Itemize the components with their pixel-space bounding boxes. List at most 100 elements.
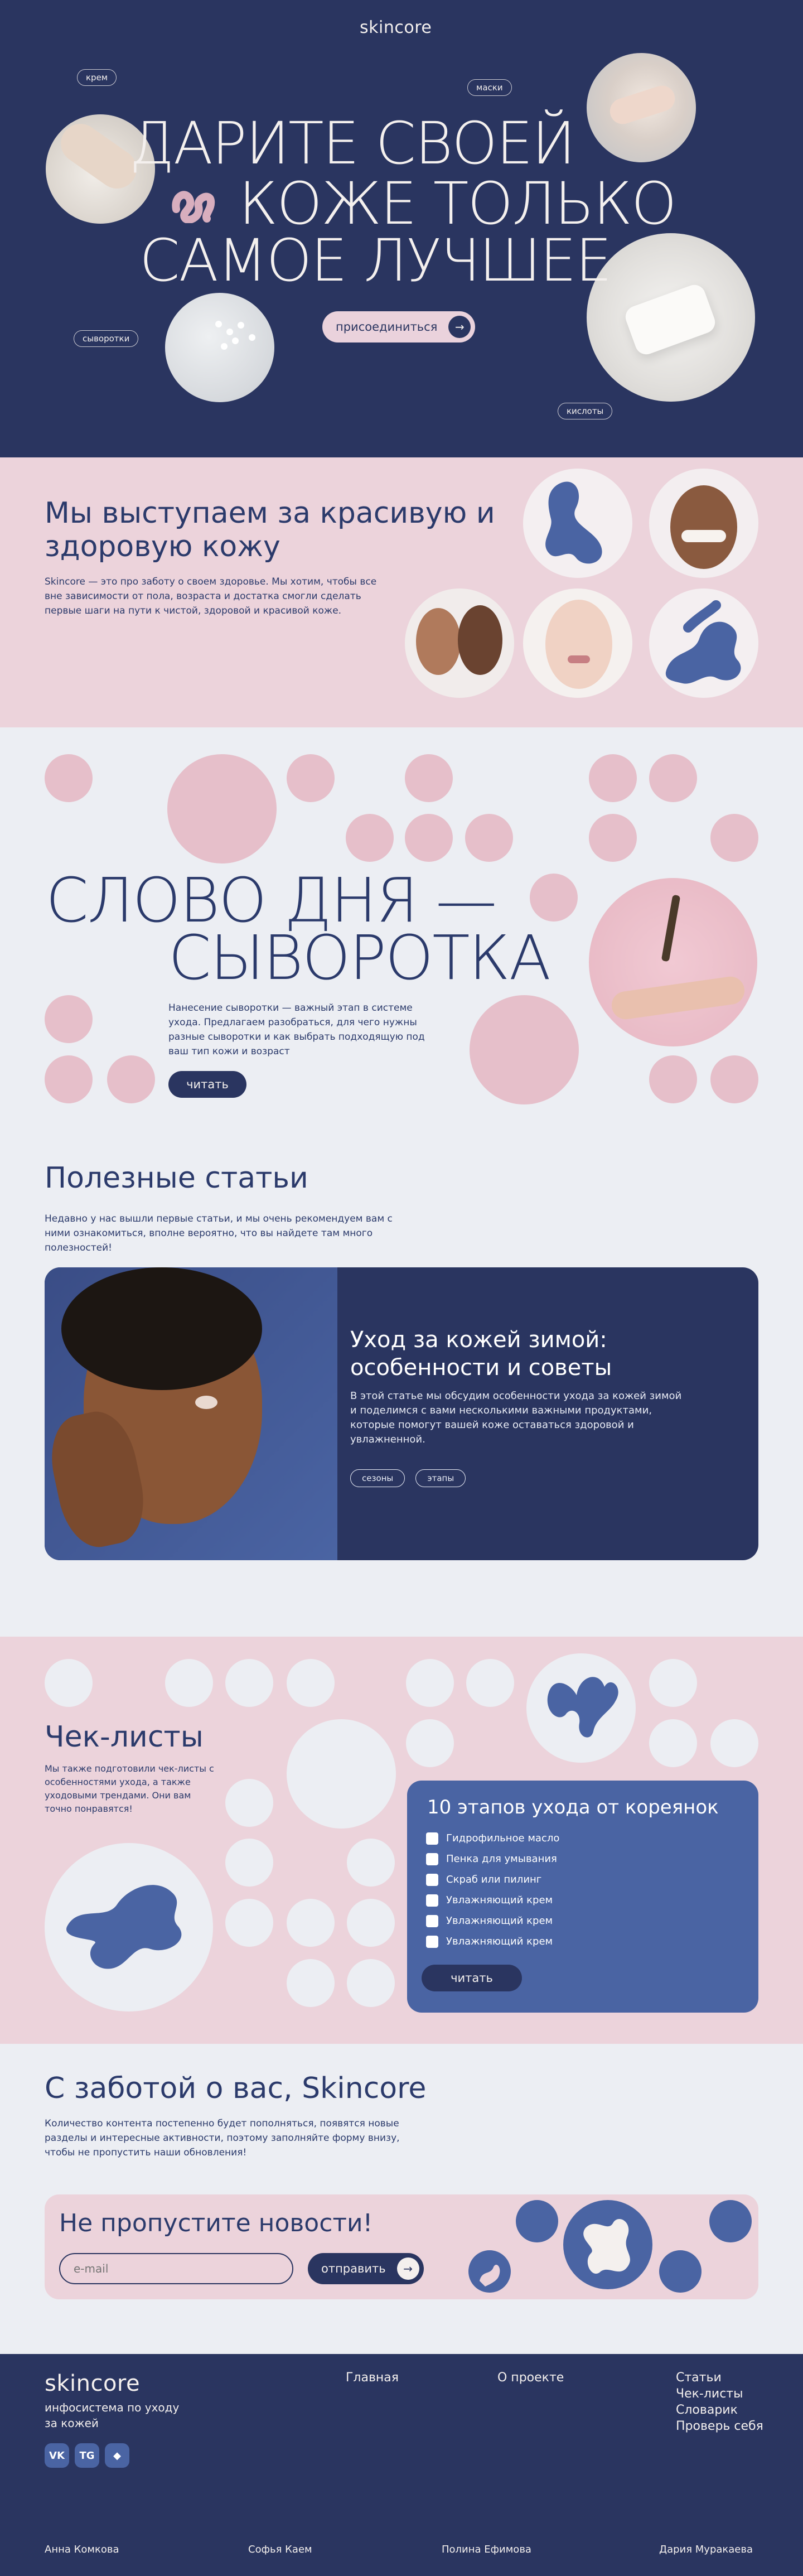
nav-home[interactable]: Главная: [346, 2371, 399, 2385]
decor-dot: [405, 814, 453, 862]
decor-dot: [466, 1659, 514, 1707]
join-button[interactable]: присоединиться →: [322, 311, 476, 342]
decor-dot: [287, 1899, 335, 1947]
about-title: Мы выступаем за красивую и здоровую кожу: [45, 496, 495, 563]
checkbox[interactable]: [426, 1914, 438, 1927]
serum-dropper-photo: [589, 878, 757, 1046]
decor-dot: [45, 754, 93, 802]
checklist-item-label: Гидрофильное масло: [446, 1832, 560, 1844]
article-card-text: В этой статье мы обсудим особенности ухо…: [350, 1390, 682, 1445]
author-name: Анна Комкова: [45, 2544, 119, 2555]
hero-title-line2: КОЖЕ ТОЛЬКО: [239, 170, 677, 238]
checklist-item-label: Скраб или пилинг: [446, 1874, 542, 1885]
subscribe-title: Не пропустите новости!: [59, 2209, 373, 2237]
tag-serums[interactable]: сыворотки: [74, 330, 139, 347]
checklist-item[interactable]: Гидрофильное масло: [426, 1828, 559, 1849]
decor-dot: [649, 754, 697, 802]
nav-about[interactable]: О проекте: [497, 2371, 564, 2385]
checklist-read-button[interactable]: читать: [422, 1965, 522, 1991]
author-name: Полина Ефимова: [442, 2544, 531, 2555]
article-card[interactable]: Уход за кожей зимой: особенности и совет…: [45, 1267, 758, 1560]
checkbox[interactable]: [426, 1853, 438, 1865]
article-tags: сезоны этапы: [350, 1469, 473, 1487]
care-title: С заботой о вас, Skincore: [45, 2072, 427, 2105]
checklist-item[interactable]: Скраб или пилинг: [426, 1869, 559, 1890]
hand-cream-photo: [587, 53, 696, 162]
checklist-item-label: Увлажняющий крем: [446, 1915, 553, 1927]
nav-glossary[interactable]: Словарик: [676, 2403, 763, 2417]
tag-acids[interactable]: кислоты: [558, 403, 613, 419]
arrow-right-icon: →: [448, 316, 471, 338]
nav-quiz[interactable]: Проверь себя: [676, 2419, 763, 2433]
send-button-label: отправить: [321, 2262, 386, 2275]
decor-dot: [346, 814, 394, 862]
footer: skincore инфосистема по уходу за кожей V…: [0, 2354, 803, 2576]
tag-seasons[interactable]: сезоны: [350, 1469, 405, 1487]
nav-checklists[interactable]: Чек-листы: [676, 2387, 763, 2401]
social-links: VK TG ◆: [45, 2443, 129, 2468]
checklists-title: Чек-листы: [45, 1720, 204, 1754]
article-card-title: Уход за кожей зимой: особенности и совет…: [350, 1327, 612, 1381]
decor-dot: [287, 1719, 396, 1829]
vk-icon[interactable]: VK: [45, 2443, 69, 2468]
word-read-button[interactable]: читать: [168, 1071, 246, 1098]
tag-stages[interactable]: этапы: [415, 1469, 466, 1487]
checkbox[interactable]: [426, 1894, 438, 1907]
decor-dot: [167, 754, 277, 864]
blue-shape-circle-5: [468, 2250, 511, 2293]
article-photo: [45, 1267, 337, 1560]
checklist-item[interactable]: Увлажняющий крем: [426, 1931, 559, 1952]
nav-articles[interactable]: Статьи: [676, 2371, 763, 2385]
telegram-icon[interactable]: TG: [75, 2443, 99, 2468]
decor-dot: [589, 814, 637, 862]
checklist-item[interactable]: Увлажняющий крем: [426, 1890, 559, 1911]
decor-dot: [516, 2200, 558, 2242]
checklist-item-label: Увлажняющий крем: [446, 1894, 553, 1906]
checklists-text: Мы также подготовили чек-листы с особенн…: [45, 1763, 214, 1814]
decor-dot: [45, 1659, 93, 1707]
decor-dot: [709, 2200, 752, 2242]
decor-dot: [405, 754, 453, 802]
decor-dot: [649, 1055, 697, 1103]
man-portrait-photo: [649, 469, 758, 578]
blue-shape-circle-6: [563, 2200, 652, 2289]
word-text: Нанесение сыворотки — важный этап в сист…: [168, 1002, 425, 1057]
blue-shape-circle-2: [649, 588, 758, 698]
decor-dot: [347, 1899, 395, 1947]
decor-dot: [406, 1659, 454, 1707]
checklist-item[interactable]: Увлажняющий крем: [426, 1911, 559, 1931]
decor-dot: [225, 1899, 273, 1947]
checklists-section: Чек-листы Мы также подготовили чек-листы…: [0, 1637, 803, 2044]
woman-portrait-photo: [523, 588, 632, 698]
decor-dot: [287, 754, 335, 802]
decor-dot: [107, 1055, 155, 1103]
care-section: С заботой о вас, Skincore Количество кон…: [0, 2044, 803, 2354]
decor-dot: [710, 814, 758, 862]
email-input[interactable]: [59, 2253, 293, 2284]
site-logo[interactable]: skincore: [360, 18, 432, 37]
checklist-item[interactable]: Пенка для умывания: [426, 1849, 559, 1869]
checklist-items: Гидрофильное масло Пенка для умывания Ск…: [426, 1828, 559, 1952]
decor-dot: [659, 2250, 702, 2293]
about-text: Skincore — это про заботу о своем здоров…: [45, 576, 377, 616]
decor-dot: [649, 1659, 697, 1707]
decor-dot: [225, 1659, 273, 1707]
checklist-item-label: Пенка для умывания: [446, 1853, 557, 1865]
articles-title: Полезные статьи: [45, 1161, 308, 1195]
tag-masks[interactable]: маски: [467, 79, 512, 96]
decor-dot: [710, 1055, 758, 1103]
tag-cream[interactable]: крем: [77, 69, 117, 86]
footer-tagline: инфосистема по уходу за кожей: [45, 2401, 180, 2430]
cream-jar-photo: [587, 233, 755, 402]
checkbox[interactable]: [426, 1832, 438, 1845]
checkbox[interactable]: [426, 1935, 438, 1948]
blue-shape-circle-3: [526, 1653, 636, 1763]
decor-dot: [465, 814, 513, 862]
checkbox[interactable]: [426, 1873, 438, 1886]
articles-intro: Недавно у нас вышли первые статьи, и мы …: [45, 1213, 393, 1253]
send-button[interactable]: отправить →: [308, 2253, 424, 2284]
decor-dot: [530, 874, 578, 922]
footer-logo[interactable]: skincore: [45, 2371, 140, 2396]
social-icon[interactable]: ◆: [105, 2443, 129, 2468]
author-name: Софья Каем: [248, 2544, 312, 2555]
